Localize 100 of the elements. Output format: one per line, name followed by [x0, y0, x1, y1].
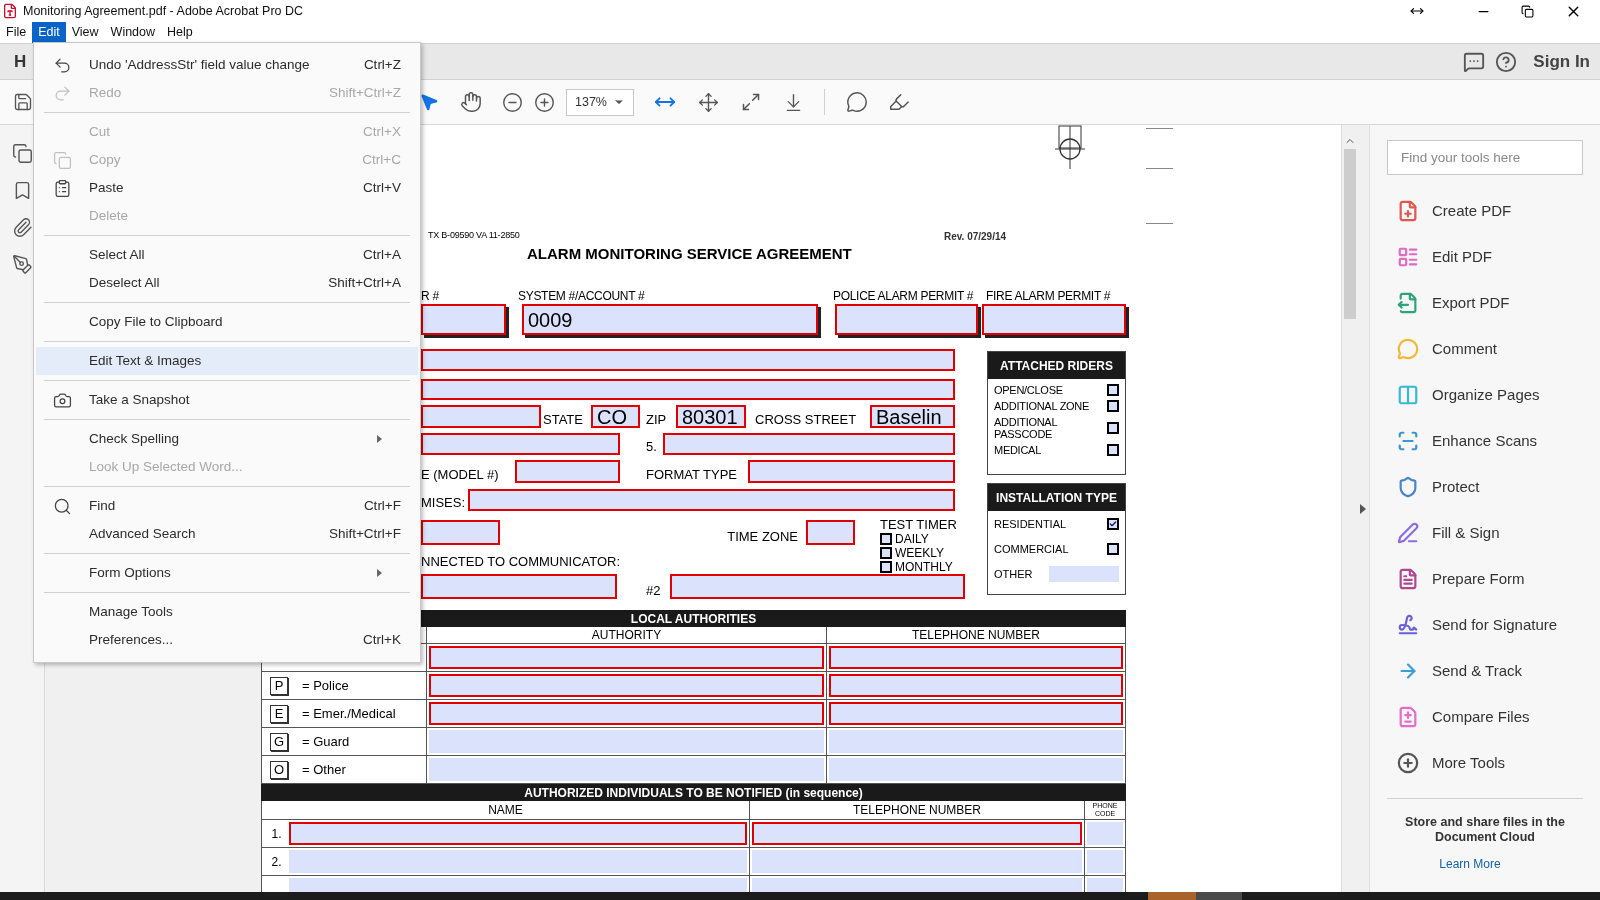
- pages-icon[interactable]: [11, 143, 33, 164]
- form-field[interactable]: [289, 822, 747, 845]
- tool-item[interactable]: Comment: [1387, 326, 1583, 372]
- form-field[interactable]: [421, 520, 500, 545]
- form-field[interactable]: [748, 460, 955, 483]
- tool-item[interactable]: Create PDF: [1387, 188, 1583, 234]
- checkbox[interactable]: [880, 533, 892, 545]
- form-field[interactable]: CO: [591, 405, 640, 428]
- form-field[interactable]: [829, 702, 1123, 725]
- menu-item[interactable]: Copy File to Clipboard: [36, 308, 418, 336]
- tool-item[interactable]: Protect: [1387, 464, 1583, 510]
- sign-in-button[interactable]: Sign In: [1533, 48, 1590, 75]
- menu-item[interactable]: Take a Snapshot: [36, 386, 418, 414]
- expand-icon[interactable]: [741, 92, 761, 112]
- menu-item[interactable]: Find Ctrl+F: [36, 492, 418, 520]
- zoom-dropdown[interactable]: 137%: [566, 88, 634, 116]
- form-field[interactable]: [829, 646, 1123, 669]
- menu-bar-item[interactable]: Edit: [32, 22, 66, 43]
- form-field[interactable]: [806, 520, 855, 545]
- hand-icon[interactable]: [460, 91, 482, 113]
- tool-item[interactable]: Edit PDF: [1387, 234, 1583, 280]
- form-field[interactable]: Baselin: [870, 405, 955, 428]
- form-field[interactable]: 80301: [676, 405, 746, 428]
- zoom-out-icon[interactable]: [502, 91, 523, 113]
- tool-item[interactable]: Enhance Scans: [1387, 418, 1583, 464]
- form-field[interactable]: [752, 822, 1082, 845]
- paperclip-icon[interactable]: [11, 217, 33, 238]
- form-field[interactable]: [663, 433, 955, 455]
- checkbox[interactable]: [1107, 400, 1119, 412]
- checkbox[interactable]: [1107, 518, 1119, 530]
- form-field[interactable]: [429, 702, 824, 725]
- tool-item[interactable]: Compare Files: [1387, 694, 1583, 740]
- tool-item[interactable]: More Tools: [1387, 740, 1583, 786]
- form-field[interactable]: [515, 460, 620, 483]
- learn-more-link[interactable]: Learn More: [1439, 855, 1501, 873]
- menu-bar-item[interactable]: Window: [104, 22, 162, 43]
- menu-bar-item[interactable]: Help: [161, 22, 199, 43]
- form-field[interactable]: [421, 349, 955, 371]
- form-code: TX B-09590 VA 11-2850: [428, 229, 520, 242]
- tool-item[interactable]: Send for Signature: [1387, 602, 1583, 648]
- installation-label: RESIDENTIAL: [994, 518, 1067, 530]
- menu-bar-item[interactable]: File: [0, 22, 33, 43]
- column-header: TELEPHONE NUMBER: [827, 627, 1126, 644]
- chat-icon[interactable]: [1463, 50, 1486, 73]
- menu-item[interactable]: Advanced Search Shift+Ctrl+F: [36, 520, 418, 548]
- code-key: O: [270, 760, 288, 779]
- menu-item[interactable]: Paste Ctrl+V: [36, 174, 418, 202]
- scrollbar-thumb[interactable]: [1343, 149, 1356, 319]
- restore-icon[interactable]: [1521, 4, 1534, 18]
- tool-item[interactable]: Organize Pages: [1387, 372, 1583, 418]
- tool-item[interactable]: Send & Track: [1387, 648, 1583, 694]
- window-title: Monitoring Agreement.pdf - Adobe Acrobat Pro DC: [23, 2, 304, 20]
- checkbox[interactable]: [1107, 384, 1119, 396]
- scrollbar[interactable]: [1341, 125, 1357, 892]
- menu-item[interactable]: Edit Text & Images: [36, 347, 418, 375]
- pen-tool-icon[interactable]: [11, 254, 33, 275]
- form-field[interactable]: [421, 379, 955, 400]
- help-icon[interactable]: [1495, 50, 1518, 73]
- checkbox[interactable]: [1107, 543, 1119, 555]
- comment-icon[interactable]: [846, 91, 868, 113]
- installation-label: COMMERCIAL: [994, 543, 1069, 555]
- pointer-icon[interactable]: [419, 92, 439, 112]
- section-header: ATTACHED RIDERS: [988, 352, 1125, 379]
- save-icon[interactable]: [13, 92, 33, 112]
- menu-item[interactable]: Undo 'AddressStr' field value change Ctrl+Z: [36, 51, 418, 79]
- form-field[interactable]: [421, 304, 506, 335]
- form-field[interactable]: [829, 674, 1123, 697]
- menu-item[interactable]: Select All Ctrl+A: [36, 241, 418, 269]
- authority-type: = Other: [302, 760, 346, 779]
- form-field[interactable]: 0009: [522, 304, 818, 335]
- form-field[interactable]: [421, 574, 617, 599]
- form-field[interactable]: [468, 489, 955, 511]
- form-field[interactable]: [982, 304, 1126, 335]
- field-label: FIRE ALARM PERMIT #: [986, 290, 1112, 303]
- field-label: POLICE ALARM PERMIT #: [833, 290, 975, 303]
- menu-item[interactable]: Check Spelling: [36, 425, 418, 453]
- form-field[interactable]: [429, 674, 824, 697]
- search-field[interactable]: Find your tools here: [1387, 140, 1583, 175]
- tool-item[interactable]: Prepare Form: [1387, 556, 1583, 602]
- other-field[interactable]: [1049, 566, 1119, 582]
- field-label: NNECTED TO COMMUNICATOR:: [421, 555, 621, 571]
- move-arrows-icon[interactable]: [698, 91, 719, 113]
- tool-item[interactable]: Export PDF: [1387, 280, 1583, 326]
- checkbox[interactable]: [1107, 444, 1119, 456]
- form-field[interactable]: [429, 646, 824, 669]
- form-field[interactable]: [835, 304, 978, 335]
- home-tab[interactable]: H: [14, 48, 27, 75]
- zoom-in-icon[interactable]: [534, 91, 555, 113]
- checkbox[interactable]: [1107, 422, 1119, 434]
- checkbox[interactable]: [880, 561, 892, 573]
- form-field[interactable]: [670, 574, 965, 599]
- checkbox[interactable]: [880, 547, 892, 559]
- highlighter-icon[interactable]: [888, 91, 910, 113]
- menu-item[interactable]: Form Options: [36, 559, 418, 587]
- menu-item[interactable]: Deselect All Shift+Ctrl+A: [36, 269, 418, 297]
- form-field[interactable]: [421, 433, 620, 455]
- tool-item[interactable]: Fill & Sign: [1387, 510, 1583, 556]
- menu-bar-item[interactable]: View: [65, 22, 105, 43]
- menu-item[interactable]: Preferences... Ctrl+K: [36, 626, 418, 654]
- form-field[interactable]: [421, 405, 541, 428]
